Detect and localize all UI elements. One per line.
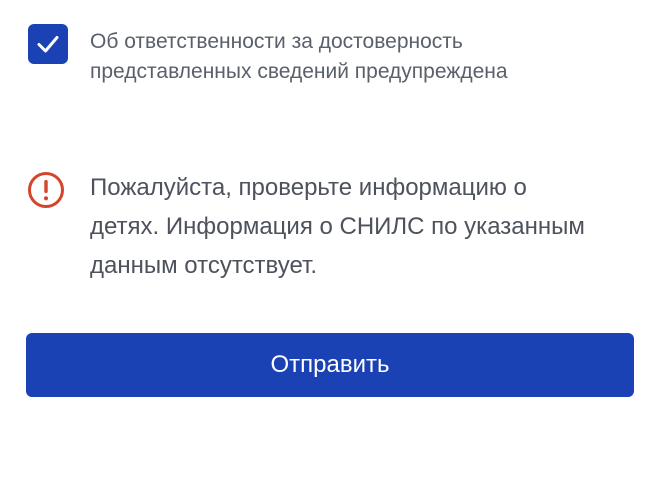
consent-label-line-2: представленных сведений предупреждена bbox=[90, 60, 508, 83]
submit-button[interactable]: Отправить bbox=[26, 333, 634, 397]
exclamation-circle-icon bbox=[26, 170, 66, 210]
consent-checkbox[interactable] bbox=[28, 24, 68, 64]
check-icon bbox=[37, 36, 59, 53]
warning-text-line-1: Пожалуйста, проверьте информацию о bbox=[90, 174, 527, 201]
consent-label-line-1: Об ответственности за достоверность bbox=[90, 30, 463, 53]
warning-text: Пожалуйста, проверьте информацию о детях… bbox=[90, 168, 585, 285]
consent-label: Об ответственности за достоверность пред… bbox=[90, 27, 508, 87]
warning-message: Пожалуйста, проверьте информацию о детях… bbox=[26, 168, 638, 285]
consent-checkbox-row[interactable]: Об ответственности за достоверность пред… bbox=[28, 24, 638, 87]
warning-text-line-3: данным отсутствует. bbox=[90, 252, 318, 279]
warning-text-line-2: детях. Информация о СНИЛС по указанным bbox=[90, 213, 585, 240]
